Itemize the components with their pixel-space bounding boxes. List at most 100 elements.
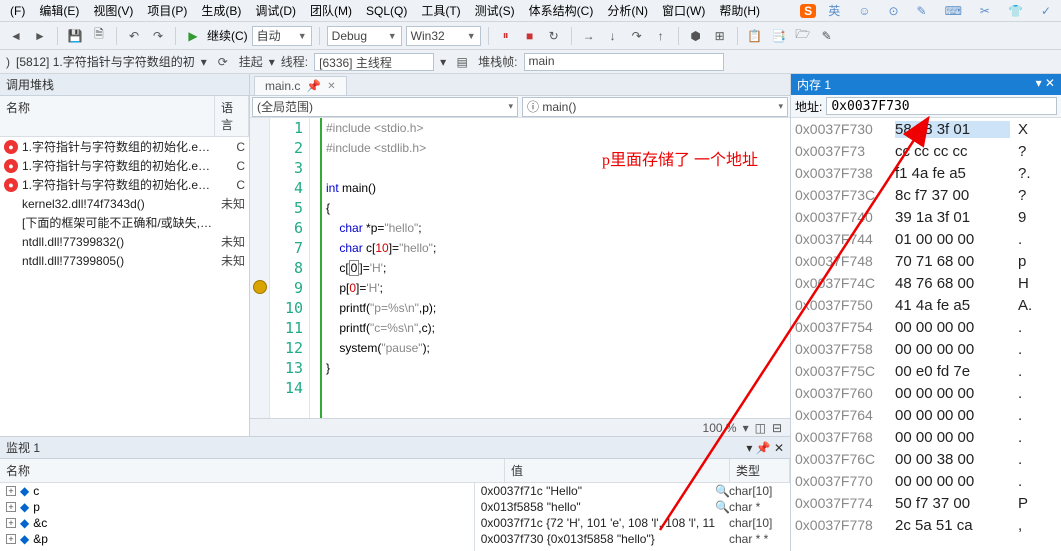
editor-tabs: main.c📌✕ — [250, 74, 790, 96]
disasm-icon[interactable]: ⊞ — [710, 26, 730, 46]
thread-select[interactable]: [6336] 主线程 — [314, 53, 434, 71]
restart-icon[interactable]: ↻ — [544, 26, 564, 46]
step-out-icon[interactable]: ↑ — [651, 26, 671, 46]
debug-bar: ) [5812] 1.字符指针与字符数组的初 ▾ ⟳ 挂起 ▾ 线程: [633… — [0, 50, 1061, 74]
tool-icon[interactable]: 📑 — [769, 26, 789, 46]
ime-icon[interactable]: ✎ — [911, 2, 933, 20]
callstack-row[interactable]: ●1.字符指针与字符数组的初始化.exe!_tmain...C — [0, 156, 249, 175]
callstack-row[interactable]: ●1.字符指针与字符数组的初始化.exe!mainC...C — [0, 175, 249, 194]
step-into-icon[interactable]: ↓ — [603, 26, 623, 46]
stackframe-label: 堆栈帧: — [478, 53, 517, 70]
menu-edit[interactable]: 编辑(E) — [33, 0, 85, 21]
memory-row[interactable]: 0x0037F738f1 4a fe a5?. — [791, 162, 1061, 184]
back-button[interactable]: ◄ — [6, 26, 26, 46]
menu-help[interactable]: 帮助(H) — [713, 0, 766, 21]
memory-row[interactable]: 0x0037F75800 00 00 00. — [791, 338, 1061, 360]
ime-icon[interactable]: 👕 — [1002, 2, 1029, 20]
menu-build[interactable]: 生成(B) — [195, 0, 247, 21]
memory-row[interactable]: 0x0037F74039 1a 3f 019 — [791, 206, 1061, 228]
memory-row[interactable]: 0x0037F75041 4a fe a5A. — [791, 294, 1061, 316]
pause-icon[interactable]: ⏸ — [496, 26, 516, 46]
ime-icon[interactable]: ⊙ — [882, 2, 904, 20]
memory-row[interactable]: 0x0037F73C8c f7 37 00? — [791, 184, 1061, 206]
fwd-button[interactable]: ► — [30, 26, 50, 46]
menu-sql[interactable]: SQL(Q) — [360, 2, 413, 20]
continue-icon[interactable]: ▶ — [183, 26, 203, 46]
platform-dropdown[interactable]: Win32▼ — [406, 26, 481, 46]
memory-row[interactable]: 0x0037F74401 00 00 00. — [791, 228, 1061, 250]
watch-panel: 监视 1▾ 📌 ✕名称值类型+◆ c+◆ p+◆ &c+◆ &p0x0037f7… — [0, 436, 790, 551]
tool-icon[interactable]: 🗁 — [793, 26, 813, 46]
menu-project[interactable]: 项目(P) — [141, 0, 193, 21]
memory-row[interactable]: 0x0037F74C48 76 68 00H — [791, 272, 1061, 294]
memory-row[interactable]: 0x0037F76000 00 00 00. — [791, 382, 1061, 404]
code-editor[interactable]: 1234567891011121314 p里面存储了 一个地址 #include… — [250, 118, 790, 418]
zoom-bar: 100 %▾◫⊟ — [250, 418, 790, 436]
saveall-icon[interactable]: 🗎 — [89, 26, 109, 46]
memory-row[interactable]: 0x0037F76C00 00 38 00. — [791, 448, 1061, 470]
menu-analyze[interactable]: 分析(N) — [601, 0, 654, 21]
callstack-row[interactable]: [下面的框架可能不正确和/或缺失, 没有为 — [0, 213, 249, 232]
cycle-icon[interactable]: ⟳ — [213, 52, 233, 72]
process-name: [5812] 1.字符指针与字符数组的初 — [16, 53, 195, 70]
callstack-row[interactable]: ●1.字符指针与字符数组的初始化.exe!main(...C — [0, 137, 249, 156]
tool-icon[interactable]: 📋 — [745, 26, 765, 46]
continue-label[interactable]: 继续(C) — [207, 27, 248, 44]
watch-value-row: 0x013f5858 "hello"🔍char * — [475, 499, 790, 515]
memory-row[interactable]: 0x0037F73cc cc cc cc? — [791, 140, 1061, 162]
auto-dropdown[interactable]: 自动▼ — [252, 26, 312, 46]
menu-arch[interactable]: 体系结构(C) — [523, 0, 600, 21]
memory-row[interactable]: 0x0037F75C00 e0 fd 7e. — [791, 360, 1061, 382]
callstack-row[interactable]: kernel32.dll!74f7343d()未知 — [0, 194, 249, 213]
hex-icon[interactable]: ⬢ — [686, 26, 706, 46]
watch-row[interactable]: +◆ &p — [0, 531, 474, 547]
show-next-icon[interactable]: → — [579, 26, 599, 46]
split-icon[interactable]: ◫ — [755, 421, 766, 435]
close-icon[interactable]: ✕ — [327, 81, 335, 92]
memory-row[interactable]: 0x0037F77000 00 00 00. — [791, 470, 1061, 492]
scope-global[interactable]: (全局范围)▾ — [252, 97, 518, 117]
step-over-icon[interactable]: ↷ — [627, 26, 647, 46]
memory-row[interactable]: 0x0037F76400 00 00 00. — [791, 404, 1061, 426]
watch-row[interactable]: +◆ &c — [0, 515, 474, 531]
address-input[interactable] — [826, 97, 1057, 115]
callstack-row[interactable]: ntdll.dll!77399832()未知 — [0, 232, 249, 251]
undo-icon[interactable]: ↶ — [124, 26, 144, 46]
menu-team[interactable]: 团队(M) — [304, 0, 358, 21]
ime-icon[interactable]: ⌨ — [939, 2, 968, 20]
tool-icon[interactable]: ✎ — [817, 26, 837, 46]
save-icon[interactable]: 💾 — [65, 26, 85, 46]
thread-nav-icon[interactable]: ▤ — [452, 52, 472, 72]
memory-row[interactable]: 0x0037F77450 f7 37 00P — [791, 492, 1061, 514]
split-icon[interactable]: ⊟ — [772, 421, 782, 435]
watch-row[interactable]: +◆ p — [0, 499, 474, 515]
memory-row[interactable]: 0x0037F73058 58 3f 01X — [791, 118, 1061, 140]
callstack-rows: ●1.字符指针与字符数组的初始化.exe!main(...C●1.字符指针与字符… — [0, 137, 249, 287]
ime-icon[interactable]: ☺ — [852, 2, 876, 20]
ime-icon[interactable]: ✂ — [974, 2, 996, 20]
memory-row[interactable]: 0x0037F76800 00 00 00. — [791, 426, 1061, 448]
menu-tools[interactable]: 工具(T) — [415, 0, 466, 21]
config-dropdown[interactable]: Debug▼ — [327, 26, 402, 46]
stackframe-select[interactable]: main — [524, 53, 724, 71]
callstack-row[interactable]: ntdll.dll!77399805()未知 — [0, 251, 249, 270]
scope-func[interactable]: ⓘ main()▾ — [522, 97, 788, 117]
watch-value-row: 0x0037f71c "Hello"🔍char[10] — [475, 483, 790, 499]
tab-main-c[interactable]: main.c📌✕ — [254, 76, 347, 95]
memory-row[interactable]: 0x0037F7782c 5a 51 ca, — [791, 514, 1061, 536]
ime-icon[interactable]: ✓ — [1035, 2, 1057, 20]
breakpoint-icon[interactable] — [253, 280, 267, 294]
ime-mode[interactable]: 英 — [822, 0, 846, 21]
suspend-label[interactable]: 挂起 — [239, 53, 263, 70]
menu-window[interactable]: 窗口(W) — [656, 0, 711, 21]
menu-file[interactable]: (F) — [4, 2, 31, 20]
watch-row[interactable]: +◆ c — [0, 483, 474, 499]
menu-test[interactable]: 测试(S) — [469, 0, 521, 21]
panel-controls[interactable]: ▾ ✕ — [1036, 76, 1055, 93]
menu-view[interactable]: 视图(V) — [87, 0, 139, 21]
menu-debug[interactable]: 调试(D) — [249, 0, 302, 21]
memory-row[interactable]: 0x0037F75400 00 00 00. — [791, 316, 1061, 338]
stop-icon[interactable]: ■ — [520, 26, 540, 46]
redo-icon[interactable]: ↷ — [148, 26, 168, 46]
memory-row[interactable]: 0x0037F74870 71 68 00p — [791, 250, 1061, 272]
